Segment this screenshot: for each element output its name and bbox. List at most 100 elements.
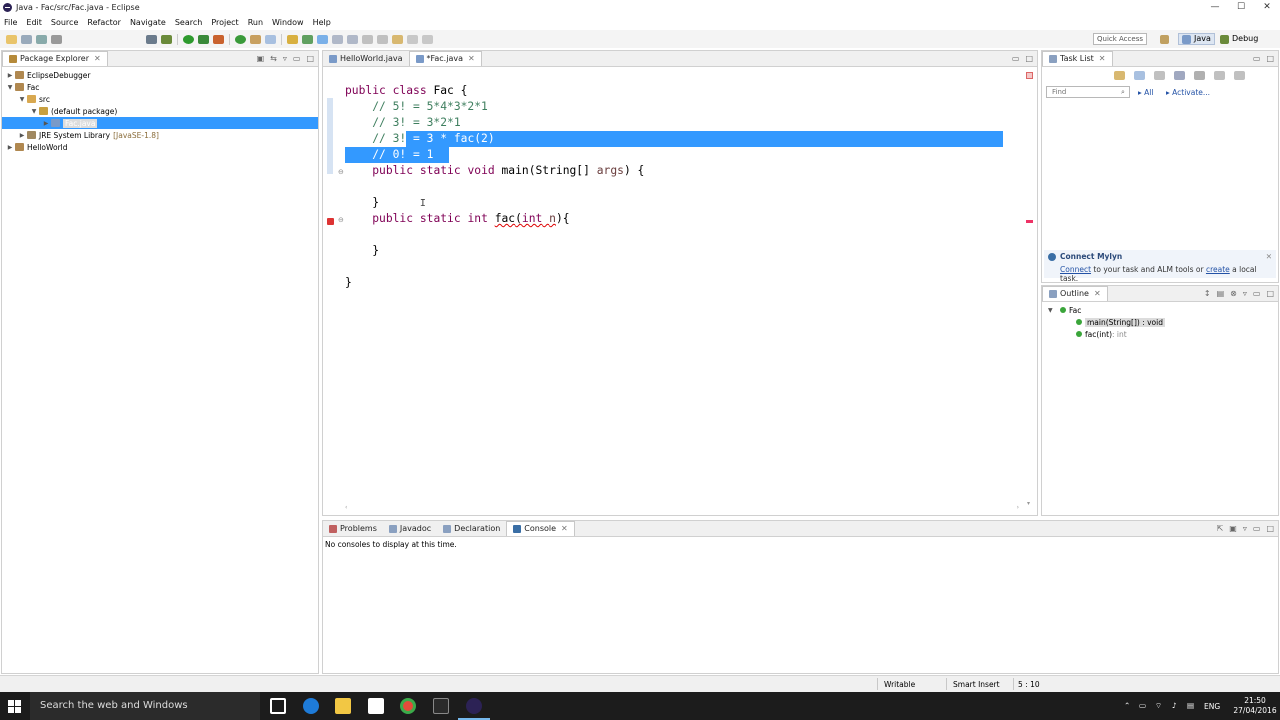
close-tab-icon[interactable]: ✕ <box>1094 287 1101 301</box>
menu-edit[interactable]: Edit <box>26 18 42 27</box>
menu-project[interactable]: Project <box>211 18 238 27</box>
pin-console-icon[interactable]: ⇱ <box>1217 524 1224 533</box>
open-icon[interactable] <box>21 34 32 44</box>
menu-navigate[interactable]: Navigate <box>130 18 166 27</box>
view-menu-icon[interactable]: ▿ <box>1243 289 1247 298</box>
menu-run[interactable]: Run <box>248 18 263 27</box>
close-icon[interactable]: ✕ <box>1266 252 1272 261</box>
sync-icon[interactable] <box>1234 71 1245 80</box>
notification-icon[interactable]: ▤ <box>1187 701 1194 710</box>
hide-fields-icon[interactable]: ▤ <box>1217 289 1225 298</box>
tab-console[interactable]: Console ✕ <box>506 521 575 536</box>
maximize-view-icon[interactable]: □ <box>306 54 314 63</box>
collapse-all-icon[interactable] <box>1214 71 1225 80</box>
collapse-icon[interactable]: ▼ <box>1048 307 1056 314</box>
menu-help[interactable]: Help <box>313 18 331 27</box>
tray-expand-icon[interactable]: ⌃ <box>1124 701 1130 710</box>
menu-source[interactable]: Source <box>51 18 78 27</box>
skip-breakpoints-icon[interactable] <box>146 34 157 44</box>
expand-icon[interactable]: ▶ <box>6 144 14 151</box>
coverage-icon[interactable] <box>198 34 209 44</box>
tab-package-explorer[interactable]: Package Explorer ✕ <box>2 51 108 66</box>
horizontal-scrollbar[interactable]: ‹ › <box>345 504 1019 513</box>
connect-link[interactable]: Connect <box>1060 265 1091 274</box>
debug-perspective-button[interactable]: Debug <box>1220 33 1258 45</box>
tab-helloworld-java[interactable]: HelloWorld.java <box>323 51 409 66</box>
close-tab-icon[interactable]: ✕ <box>1099 52 1106 66</box>
new-class-icon[interactable] <box>235 34 246 44</box>
link-editor-icon[interactable]: ⇆ <box>270 54 277 63</box>
editor-body[interactable]: ⊖ ⊖ public class Fac { // 5! = 5*4*3*2*1… <box>323 68 1037 515</box>
eclipse-taskbar-icon[interactable] <box>466 698 482 714</box>
run-icon[interactable] <box>183 34 194 44</box>
hide-completed-icon[interactable] <box>1174 71 1185 80</box>
display-console-icon[interactable]: ▣ <box>1229 524 1237 533</box>
outline-method-fac[interactable]: fac(int) : int <box>1048 328 1165 340</box>
fold-icon[interactable]: ⊖ <box>338 168 344 176</box>
taskbar-clock[interactable]: 21:50 27/04/2016 <box>1232 696 1278 716</box>
volume-icon[interactable]: ♪ <box>1172 701 1177 710</box>
battery-icon[interactable]: ▭ <box>1139 701 1146 710</box>
tree-item-src[interactable]: ▼ src <box>2 93 318 105</box>
tree-item-jre-library[interactable]: ▶ JRE System Library [JavaSE-1.8] <box>2 129 318 141</box>
next-annotation-icon[interactable] <box>362 34 373 44</box>
minimize-view-icon[interactable]: ▭ <box>1253 54 1261 63</box>
tree-item-helloworld[interactable]: ▶ HelloWorld <box>2 141 318 153</box>
prev-annotation-icon[interactable] <box>377 34 388 44</box>
mark-occurrences-icon[interactable] <box>317 34 328 44</box>
new-icon[interactable] <box>6 34 17 44</box>
error-marker-icon[interactable] <box>327 218 334 225</box>
java-perspective-button[interactable]: Java <box>1178 33 1215 45</box>
menu-search[interactable]: Search <box>175 18 202 27</box>
collapse-icon[interactable]: ▼ <box>6 84 14 91</box>
language-indicator[interactable]: ENG <box>1204 702 1220 711</box>
close-button[interactable]: ✕ <box>1254 0 1280 15</box>
tab-task-list[interactable]: Task List ✕ <box>1042 51 1113 66</box>
tree-item-eclipsedebugger[interactable]: ▶ EclipseDebugger <box>2 69 318 81</box>
show-whitespace-icon[interactable] <box>347 34 358 44</box>
code-area[interactable]: public class Fac { // 5! = 5*4*3*2*1 // … <box>345 83 1037 291</box>
maximize-button[interactable]: ☐ <box>1228 0 1254 15</box>
new-task-icon[interactable] <box>1114 71 1125 80</box>
taskbar-search-input[interactable]: Search the web and Windows <box>30 692 260 720</box>
fold-icon[interactable]: ⊖ <box>338 216 344 224</box>
tab-declaration[interactable]: Declaration <box>437 521 506 536</box>
tab-javadoc[interactable]: Javadoc <box>383 521 437 536</box>
search-icon[interactable] <box>265 34 276 44</box>
hide-static-icon[interactable]: ⊗ <box>1230 289 1237 298</box>
tree-item-default-package[interactable]: ▼ (default package) <box>2 105 318 117</box>
collapse-all-icon[interactable]: ▣ <box>257 54 265 63</box>
back-icon[interactable] <box>407 34 418 44</box>
expand-icon[interactable]: ▶ <box>6 72 14 79</box>
close-tab-icon[interactable]: ✕ <box>94 52 101 66</box>
edge-browser-icon[interactable] <box>303 698 319 714</box>
task-view-icon[interactable] <box>270 698 286 714</box>
overview-ruler[interactable]: ▾ <box>1023 68 1037 515</box>
minimize-view-icon[interactable]: ▭ <box>1253 289 1261 298</box>
open-console-icon[interactable]: ▿ <box>1243 524 1247 533</box>
scroll-left-icon[interactable]: ‹ <box>345 504 347 511</box>
maximize-view-icon[interactable]: □ <box>1025 54 1033 63</box>
store-icon[interactable] <box>368 698 384 714</box>
minimize-view-icon[interactable]: ▭ <box>293 54 301 63</box>
windows-start-icon[interactable] <box>8 700 21 713</box>
scheduled-icon[interactable] <box>1154 71 1165 80</box>
menu-file[interactable]: File <box>4 18 17 27</box>
maximize-view-icon[interactable]: □ <box>1266 54 1274 63</box>
maximize-view-icon[interactable]: □ <box>1266 524 1274 533</box>
save-icon[interactable] <box>36 34 47 44</box>
sort-icon[interactable]: ↕ <box>1204 289 1211 298</box>
tree-item-fac-java[interactable]: ▶ Fac.java <box>2 117 318 129</box>
create-link[interactable]: create <box>1206 265 1230 274</box>
block-selection-icon[interactable] <box>332 34 343 44</box>
menu-refactor[interactable]: Refactor <box>87 18 121 27</box>
tab-outline[interactable]: Outline ✕ <box>1042 286 1108 301</box>
open-type-icon[interactable] <box>250 34 261 44</box>
external-tools-icon[interactable] <box>213 34 224 44</box>
view-menu-icon[interactable]: ▿ <box>283 54 287 63</box>
file-explorer-icon[interactable] <box>335 698 351 714</box>
minimize-button[interactable]: — <box>1202 0 1228 15</box>
outline-method-main[interactable]: main(String[]) : void <box>1048 316 1165 328</box>
close-tab-icon[interactable]: ✕ <box>561 522 568 536</box>
scroll-right-icon[interactable]: › <box>1017 504 1019 511</box>
